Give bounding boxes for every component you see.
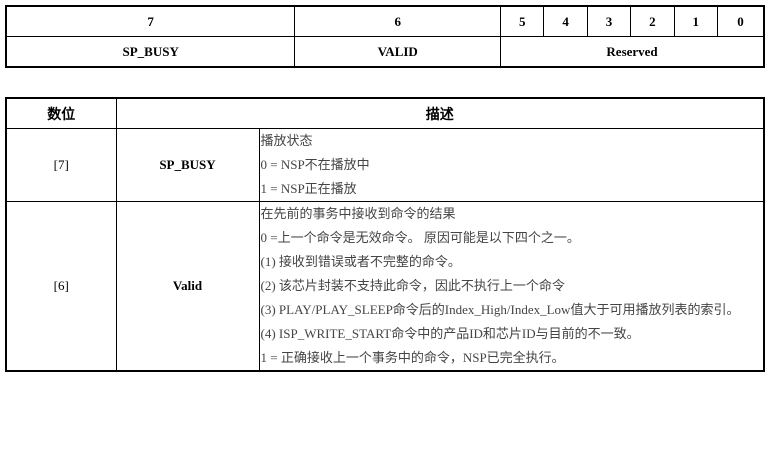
bit-4: 4: [543, 5, 588, 37]
bit-7: 7: [5, 5, 296, 37]
bit-1: 1: [673, 5, 718, 37]
description-line: (2) 该芯片封装不支持此命令，因此不执行上一个命令: [260, 278, 565, 293]
bit-number-row: 7 6 5 4 3 2 1 0: [5, 5, 765, 37]
row-name: SP_BUSY: [115, 128, 260, 202]
description-line: (3) PLAY/PLAY_SLEEP命令后的Index_High/Index_…: [260, 302, 740, 317]
description-line: (4) ISP_WRITE_START命令中的产品ID和芯片ID与目前的不一致。: [260, 326, 640, 341]
bit-6: 6: [294, 5, 502, 37]
row-bit: [6]: [5, 201, 117, 372]
table-row: [6] Valid 在先前的事务中接收到命令的结果 0 =上一个命令是无效命令。…: [5, 201, 765, 372]
field-reserved: Reserved: [500, 36, 765, 68]
row-description: 播放状态 0 = NSP不在播放中 1 = NSP正在播放: [258, 128, 765, 202]
header-row: 数位 描述: [5, 97, 765, 129]
description-line: 在先前的事务中接收到命令的结果: [260, 206, 456, 221]
field-sp-busy: SP_BUSY: [5, 36, 296, 68]
description-line: (1) 接收到错误或者不完整的命令。: [260, 254, 461, 269]
bit-field-row: SP_BUSY VALID Reserved: [5, 36, 765, 68]
bit-description-table: 数位 描述 [7] SP_BUSY 播放状态 0 = NSP不在播放中 1 = …: [5, 97, 765, 372]
bit-2: 2: [630, 5, 675, 37]
bit-5: 5: [500, 5, 545, 37]
description-line: 1 = NSP正在播放: [260, 181, 357, 196]
header-bit: 数位: [5, 97, 117, 129]
table-row: [7] SP_BUSY 播放状态 0 = NSP不在播放中 1 = NSP正在播…: [5, 128, 765, 202]
description-line: 播放状态: [260, 133, 313, 148]
description-line: 1 = 正确接收上一个事务中的命令，NSP已完全执行。: [260, 350, 565, 365]
register-bit-table: 7 6 5 4 3 2 1 0 SP_BUSY VALID Reserved: [5, 5, 765, 68]
description-line: 0 = NSP不在播放中: [260, 157, 370, 172]
bit-3: 3: [586, 5, 632, 37]
header-description: 描述: [115, 97, 765, 129]
row-bit: [7]: [5, 128, 117, 202]
field-valid: VALID: [294, 36, 502, 68]
description-line: 0 =上一个命令是无效命令。 原因可能是以下四个之一。: [260, 230, 580, 245]
bit-0: 0: [716, 5, 765, 37]
row-name: Valid: [115, 201, 260, 372]
row-description: 在先前的事务中接收到命令的结果 0 =上一个命令是无效命令。 原因可能是以下四个…: [258, 201, 765, 372]
